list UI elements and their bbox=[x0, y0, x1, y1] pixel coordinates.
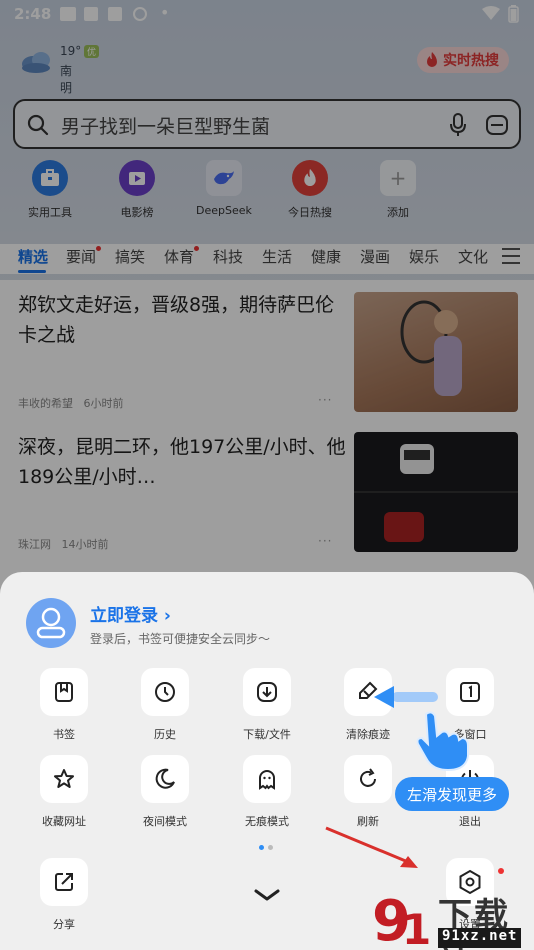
bookmark-icon bbox=[40, 668, 88, 716]
login-title: 立即登录 bbox=[90, 606, 158, 626]
menu-label: 下载/文件 bbox=[243, 728, 291, 741]
svg-text:1: 1 bbox=[402, 905, 431, 950]
chevron-right-icon: › bbox=[163, 606, 171, 626]
page-indicator bbox=[259, 845, 275, 851]
menu-downloads[interactable]: 下载/文件 bbox=[217, 668, 317, 742]
swipe-hint: 左滑发现更多 bbox=[395, 777, 510, 811]
hand-pointer-icon bbox=[416, 711, 469, 772]
refresh-icon bbox=[344, 755, 392, 803]
arrow-annotation-icon bbox=[325, 826, 418, 868]
watermark: 91 下载站 91xz.net bbox=[370, 884, 534, 950]
watermark-logo: 91 bbox=[372, 889, 431, 950]
moon-icon bbox=[141, 755, 189, 803]
menu-label: 历史 bbox=[154, 728, 176, 741]
menu-label: 无痕模式 bbox=[245, 815, 289, 828]
menu-favorites[interactable]: 收藏网址 bbox=[14, 755, 114, 829]
menu-label: 书签 bbox=[53, 728, 75, 741]
window-icon bbox=[446, 668, 494, 716]
menu-incognito[interactable]: 无痕模式 bbox=[217, 755, 317, 829]
chevron-down-icon[interactable] bbox=[253, 888, 281, 902]
download-icon bbox=[243, 668, 291, 716]
arrow-left-icon bbox=[374, 686, 438, 708]
menu-label: 清除痕迹 bbox=[346, 728, 390, 741]
ghost-icon bbox=[243, 755, 291, 803]
menu-share[interactable]: 分享 bbox=[14, 858, 114, 932]
browser-home-screen: 2:48 • 19° 优 南明区 阴 实时热搜 男子找到一朵巨型野生菌 实用工具 bbox=[0, 0, 534, 950]
share-icon bbox=[40, 858, 88, 906]
menu-night-mode[interactable]: 夜间模式 bbox=[115, 755, 215, 829]
menu-label: 退出 bbox=[459, 815, 481, 828]
clock-icon bbox=[141, 668, 189, 716]
avatar-icon[interactable] bbox=[26, 598, 76, 648]
menu-label: 分享 bbox=[53, 918, 75, 931]
watermark-url: 91xz.net bbox=[438, 928, 522, 948]
menu-bookmarks[interactable]: 书签 bbox=[14, 668, 114, 742]
page-dot bbox=[268, 845, 273, 850]
login-link[interactable]: 立即登录 › bbox=[90, 601, 171, 626]
menu-label: 收藏网址 bbox=[42, 815, 86, 828]
star-icon bbox=[40, 755, 88, 803]
login-subtitle: 登录后，书签可便捷安全云同步～ bbox=[90, 632, 271, 646]
menu-label: 夜间模式 bbox=[143, 815, 187, 828]
menu-history[interactable]: 历史 bbox=[115, 668, 215, 742]
page-dot-active bbox=[259, 845, 264, 850]
settings-notification-dot bbox=[498, 868, 504, 874]
